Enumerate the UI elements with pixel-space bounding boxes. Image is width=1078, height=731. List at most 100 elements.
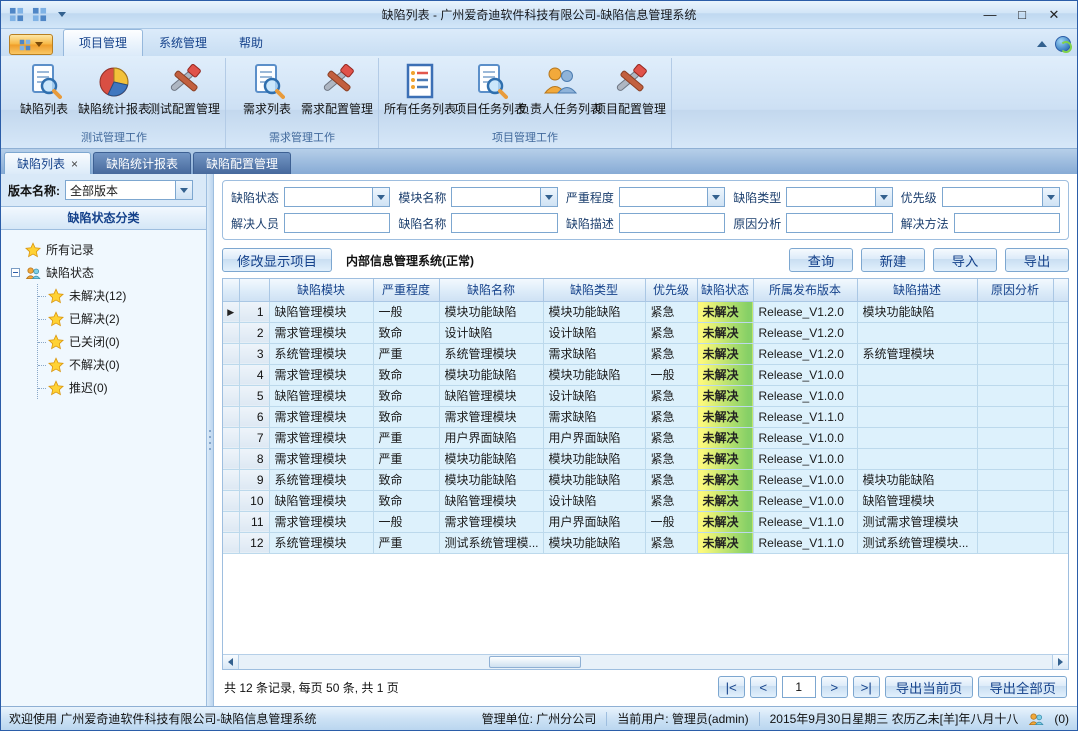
cell-defect-name[interactable]: 缺陷管理模块 <box>439 385 543 406</box>
cell-defect-status[interactable]: 未解决 <box>697 511 753 532</box>
cell-defect-type[interactable]: 模块功能缺陷 <box>543 364 645 385</box>
ribbon-item-requirement-config[interactable]: 需求配置管理 <box>304 60 370 116</box>
cell-release-version[interactable]: Release_V1.0.0 <box>753 427 857 448</box>
scrollbar-track[interactable] <box>239 655 1052 669</box>
cell-severity[interactable]: 严重 <box>373 343 439 364</box>
cell-priority[interactable]: 紧急 <box>645 532 697 553</box>
cell-defect-module[interactable]: 需求管理模块 <box>269 448 373 469</box>
cell-defect-desc[interactable]: 测试系统管理模块... <box>857 532 977 553</box>
table-row[interactable]: 12 系统管理模块 严重 测试系统管理模... 模块功能缺陷 紧急 未解决 Re… <box>223 532 1068 553</box>
cell-priority[interactable]: 紧急 <box>645 469 697 490</box>
cell-severity[interactable]: 致命 <box>373 469 439 490</box>
cell-defect-type[interactable]: 需求缺陷 <box>543 406 645 427</box>
quick-access-icon[interactable] <box>30 6 48 24</box>
col-solution[interactable]: 解决方法 <box>1053 279 1068 301</box>
cell-release-version[interactable]: Release_V1.2.0 <box>753 343 857 364</box>
col-defect-desc[interactable]: 缺陷描述 <box>857 279 977 301</box>
close-button[interactable]: ✕ <box>1039 4 1069 26</box>
cell-defect-desc[interactable]: 模块功能缺陷 <box>857 469 977 490</box>
next-page-button[interactable]: > <box>821 676 848 698</box>
ribbon-item-defect-list[interactable]: 缺陷列表 <box>11 60 77 116</box>
filter-text-input[interactable] <box>284 213 390 233</box>
table-row[interactable]: 6 需求管理模块 致命 需求管理模块 需求缺陷 紧急 未解决 Release_V… <box>223 406 1068 427</box>
ribbon-tab-help[interactable]: 帮助 <box>223 29 279 56</box>
last-page-button[interactable]: >| <box>853 676 880 698</box>
doc-tab-defect-report[interactable]: 缺陷统计报表 <box>93 152 191 174</box>
cell-defect-module[interactable]: 需求管理模块 <box>269 406 373 427</box>
col-release-version[interactable]: 所属发布版本 <box>753 279 857 301</box>
cell-solution[interactable] <box>1053 532 1068 553</box>
scrollbar-thumb[interactable] <box>489 656 581 668</box>
cell-solution[interactable] <box>1053 364 1068 385</box>
cell-defect-status[interactable]: 未解决 <box>697 322 753 343</box>
filter-dropdown[interactable] <box>786 187 892 207</box>
maximize-button[interactable]: □ <box>1007 4 1037 26</box>
cell-severity[interactable]: 致命 <box>373 406 439 427</box>
cell-priority[interactable]: 紧急 <box>645 343 697 364</box>
ribbon-item-owner-tasks[interactable]: 负责人任务列表 <box>527 60 593 116</box>
application-menu-button[interactable] <box>9 34 53 55</box>
cell-release-version[interactable]: Release_V1.1.0 <box>753 406 857 427</box>
ribbon-item-project-config[interactable]: 项目配置管理 <box>597 60 663 116</box>
table-row[interactable]: 7 需求管理模块 严重 用户界面缺陷 用户界面缺陷 紧急 未解决 Release… <box>223 427 1068 448</box>
cell-defect-name[interactable]: 需求管理模块 <box>439 406 543 427</box>
cell-defect-desc[interactable] <box>857 406 977 427</box>
ribbon-tab-project[interactable]: 项目管理 <box>63 29 143 56</box>
cell-severity[interactable]: 严重 <box>373 532 439 553</box>
doc-tab-defect-config[interactable]: 缺陷配置管理 <box>193 152 291 174</box>
sidebar-splitter[interactable] <box>207 174 214 706</box>
filter-text-input[interactable] <box>954 213 1060 233</box>
cell-defect-desc[interactable] <box>857 322 977 343</box>
cell-defect-status[interactable]: 未解决 <box>697 469 753 490</box>
cell-defect-desc[interactable] <box>857 385 977 406</box>
cell-defect-name[interactable]: 测试系统管理模... <box>439 532 543 553</box>
cell-defect-status[interactable]: 未解决 <box>697 490 753 511</box>
cell-solution[interactable] <box>1053 511 1068 532</box>
first-page-button[interactable]: |< <box>718 676 745 698</box>
export-current-page-button[interactable]: 导出当前页 <box>885 676 974 698</box>
toolbar-action-button[interactable]: 导入 <box>933 248 997 272</box>
cell-priority[interactable]: 紧急 <box>645 406 697 427</box>
app-icon[interactable] <box>7 6 25 24</box>
tree-item-status[interactable]: 已解决(2) <box>38 307 202 330</box>
cell-defect-module[interactable]: 缺陷管理模块 <box>269 385 373 406</box>
minimize-button[interactable]: — <box>975 4 1005 26</box>
cell-cause-analysis[interactable] <box>977 448 1053 469</box>
dropdown-arrow-icon[interactable] <box>175 181 192 199</box>
cell-solution[interactable] <box>1053 322 1068 343</box>
dropdown-arrow-icon[interactable] <box>372 188 389 206</box>
cell-defect-module[interactable]: 需求管理模块 <box>269 427 373 448</box>
tree-item-status[interactable]: 未解决(12) <box>38 284 202 307</box>
cell-severity[interactable]: 致命 <box>373 364 439 385</box>
collapse-node-icon[interactable] <box>11 268 20 277</box>
cell-cause-analysis[interactable] <box>977 490 1053 511</box>
help-icon[interactable] <box>1055 36 1071 52</box>
cell-priority[interactable]: 紧急 <box>645 385 697 406</box>
cell-cause-analysis[interactable] <box>977 364 1053 385</box>
cell-cause-analysis[interactable] <box>977 385 1053 406</box>
table-row[interactable]: 2 需求管理模块 致命 设计缺陷 设计缺陷 紧急 未解决 Release_V1.… <box>223 322 1068 343</box>
cell-severity[interactable]: 严重 <box>373 448 439 469</box>
ribbon-item-test-config[interactable]: 测试配置管理 <box>151 60 217 116</box>
tree-item-status[interactable]: 推迟(0) <box>38 376 202 399</box>
cell-cause-analysis[interactable] <box>977 469 1053 490</box>
cell-defect-name[interactable]: 模块功能缺陷 <box>439 448 543 469</box>
cell-defect-desc[interactable]: 缺陷管理模块 <box>857 490 977 511</box>
scroll-right-icon[interactable] <box>1052 655 1068 669</box>
cell-defect-type[interactable]: 模块功能缺陷 <box>543 301 645 322</box>
dropdown-arrow-icon[interactable] <box>540 188 557 206</box>
cell-defect-desc[interactable] <box>857 427 977 448</box>
cell-solution[interactable] <box>1053 427 1068 448</box>
cell-defect-module[interactable]: 缺陷管理模块 <box>269 490 373 511</box>
cell-release-version[interactable]: Release_V1.1.0 <box>753 532 857 553</box>
cell-defect-type[interactable]: 设计缺陷 <box>543 490 645 511</box>
cell-defect-name[interactable]: 模块功能缺陷 <box>439 301 543 322</box>
cell-release-version[interactable]: Release_V1.0.0 <box>753 469 857 490</box>
cell-defect-type[interactable]: 模块功能缺陷 <box>543 448 645 469</box>
cell-defect-desc[interactable]: 测试需求管理模块 <box>857 511 977 532</box>
ribbon-item-defect-report[interactable]: 缺陷统计报表 <box>81 60 147 116</box>
toolbar-action-button[interactable]: 查询 <box>789 248 853 272</box>
table-row[interactable]: 11 需求管理模块 一般 需求管理模块 用户界面缺陷 一般 未解决 Releas… <box>223 511 1068 532</box>
cell-priority[interactable]: 紧急 <box>645 322 697 343</box>
cell-cause-analysis[interactable] <box>977 406 1053 427</box>
